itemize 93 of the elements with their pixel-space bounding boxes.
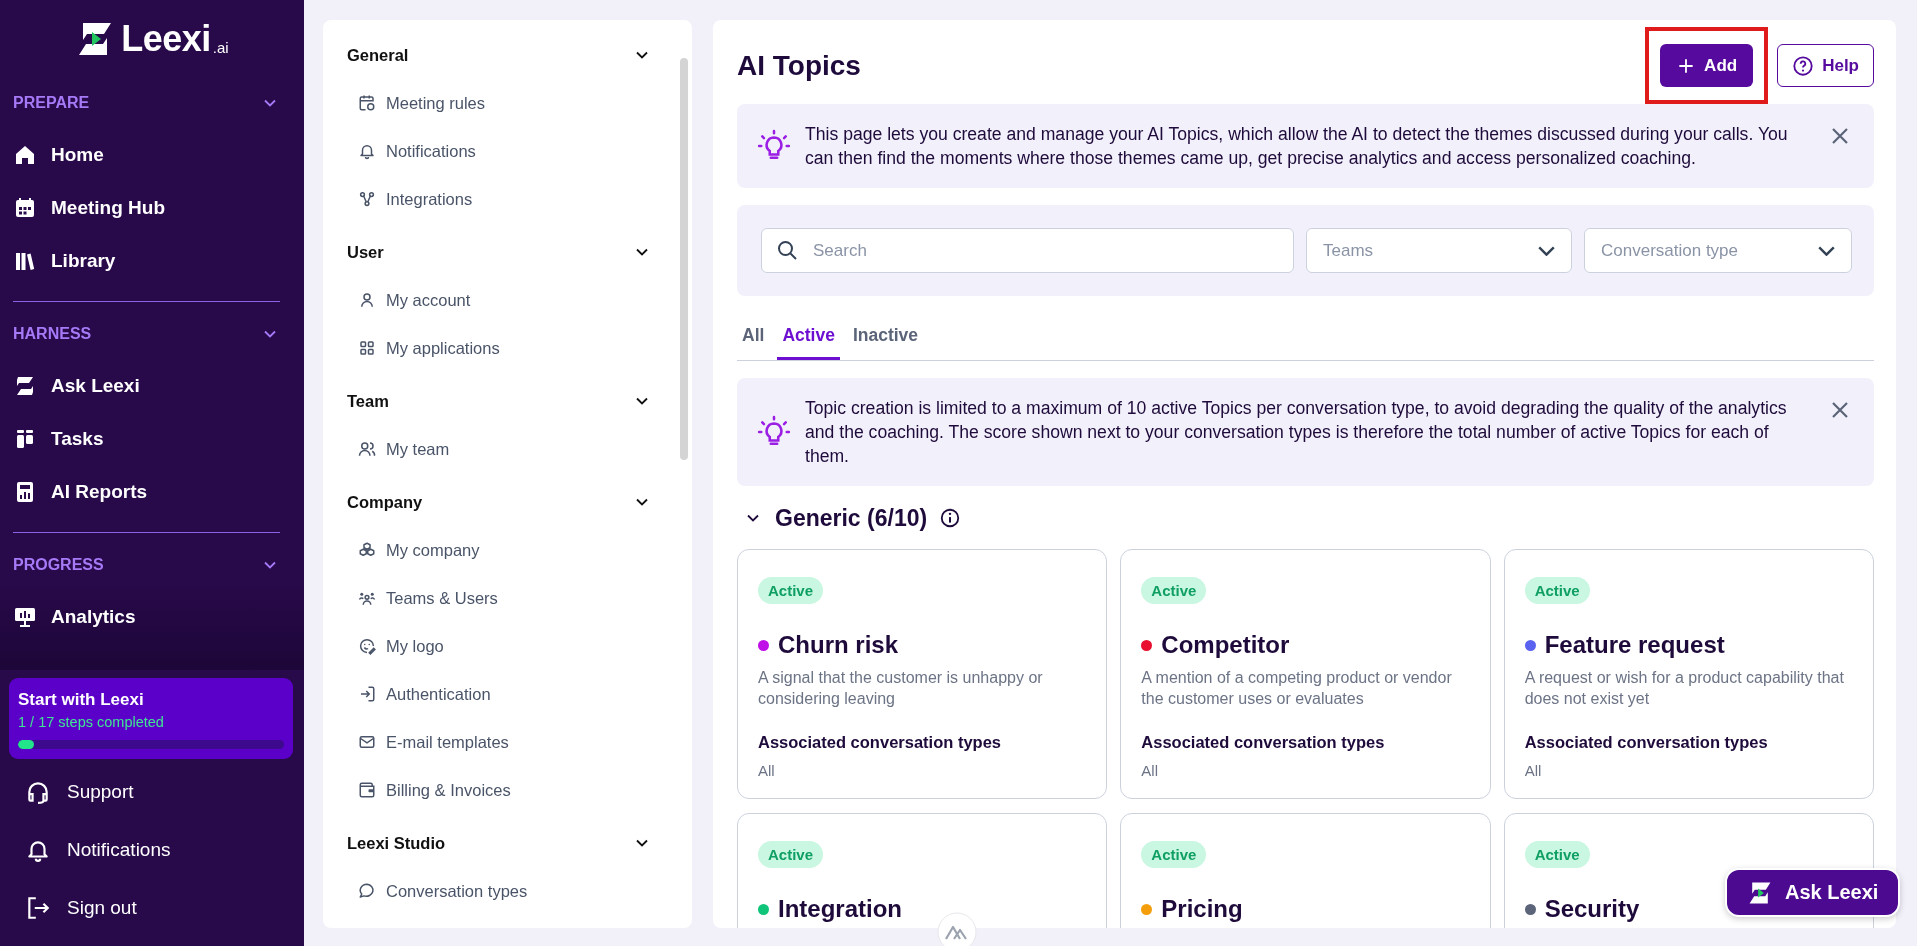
topic-name: Integration	[778, 895, 902, 923]
section-heading: Team	[347, 391, 389, 411]
topic-card[interactable]: Active Feature request A request or wish for a product capability that does not exist yet Associated conversation types All	[1503, 549, 1874, 799]
status-badge: Active	[758, 577, 824, 604]
section-heading: Company	[347, 492, 423, 512]
topic-card[interactable]: Active Competitor A mention of a competing product or vendor the customer uses or evaluates Associated conversation types All	[1120, 549, 1491, 799]
nodes-icon	[358, 190, 376, 208]
sidebar-item[interactable]: Tasks	[0, 412, 304, 465]
topic-name: Security	[1544, 895, 1640, 923]
settings-menu-item[interactable]: Billing & Invoices	[323, 766, 692, 814]
user-icon	[358, 291, 376, 309]
search-field[interactable]: Search	[761, 228, 1294, 273]
sidebar-item[interactable]: Library	[0, 234, 304, 287]
topic-description: A request or wish for a product capability that does not exist yet	[1524, 668, 1845, 709]
conversation-types-label: Associated conversation types	[1524, 733, 1768, 752]
search-icon	[775, 238, 799, 262]
conversation-types-label: Associated conversation types	[1141, 733, 1385, 752]
info-text: This page lets you create and manage your AI Topics, which allow the AI to detect the themes discussed during your calls. You can then find the moments where those themes came up, get precise analytics and access personalized coaching.	[805, 123, 1789, 170]
onboarding-card[interactable]: Start with Leexi 1 / 17 steps completed	[9, 678, 293, 759]
scrollbar-thumb[interactable]	[680, 58, 688, 460]
section-heading: PROGRESS	[13, 556, 104, 574]
settings-menu-item[interactable]: Meeting rules	[323, 79, 692, 127]
sidebar-item[interactable]: Support	[0, 763, 304, 821]
chevron-down-icon	[1818, 245, 1835, 256]
cubes-icon	[358, 541, 376, 559]
wallet-icon	[358, 781, 376, 799]
conversation-types-value: All	[758, 762, 775, 779]
settings-menu-item[interactable]: My applications	[323, 324, 692, 372]
add-button[interactable]: Add	[1660, 44, 1754, 87]
sidebar-item[interactable]: Notifications	[0, 821, 304, 879]
conversation-types-value: All	[1524, 762, 1542, 779]
bell-icon	[358, 142, 376, 160]
help-button[interactable]: Help	[1777, 44, 1874, 87]
status-badge: Active	[1524, 841, 1590, 868]
onboarding-progress-text: 1 / 17 steps completed	[18, 714, 165, 730]
conversation-types-value: All	[1141, 762, 1158, 779]
topic-name: Churn risk	[778, 631, 899, 659]
status-badge: Active	[1524, 577, 1590, 604]
onboarding-title: Start with Leexi	[18, 690, 145, 710]
topic-name: Pricing	[1161, 895, 1243, 923]
section-heading: User	[347, 242, 384, 262]
status-badge: Active	[758, 841, 824, 868]
status-badge: Active	[1141, 841, 1207, 868]
settings-menu-item[interactable]: Teams & Users	[323, 574, 692, 622]
sidebar-item[interactable]: Analytics	[0, 590, 304, 643]
settings-menu-item[interactable]: E-mail templates	[323, 718, 692, 766]
settings-menu-item[interactable]: Authentication	[323, 670, 692, 718]
section-heading: PREPARE	[13, 94, 90, 112]
info-icon[interactable]	[939, 507, 962, 529]
topic-description: A signal that the customer is unhappy or considering leaving	[758, 668, 1044, 709]
status-badge: Active	[1141, 577, 1207, 604]
tab[interactable]: All	[737, 313, 770, 360]
help-icon	[1792, 54, 1815, 77]
headset-icon	[25, 779, 51, 805]
face-edit-icon	[358, 637, 376, 655]
settings-menu-item[interactable]: My team	[323, 425, 692, 473]
ask-leexi-button[interactable]: Ask Leexi	[1725, 868, 1901, 917]
sign-out-icon	[25, 895, 51, 921]
page-title: AI Topics	[737, 49, 861, 82]
tab[interactable]: Inactive	[847, 313, 924, 360]
group-heading: Generic (6/10)	[775, 504, 928, 532]
login-icon	[358, 685, 376, 703]
settings-menu-item[interactable]: Notifications	[323, 127, 692, 175]
tab[interactable]: Active	[777, 313, 840, 360]
conversation-types-label: Associated conversation types	[758, 733, 1001, 752]
info-text: Topic creation is limited to a maximum of 10 active Topics per conversation type, to avoid degrading the quality of the analytics and the coaching. The score shown next to your conversation types is therefore the total number of active Topics for each of them.	[805, 397, 1788, 468]
calendar-icon	[13, 195, 37, 220]
sidebar-item[interactable]: Ask Leexi	[0, 359, 304, 412]
section-heading: General	[347, 45, 409, 65]
sidebar-item[interactable]: Sign out	[0, 879, 304, 937]
calendar-clock-icon	[358, 94, 376, 112]
sidebar-item[interactable]: Meeting Hub	[0, 181, 304, 234]
envelope-icon	[358, 733, 376, 751]
section-heading: HARNESS	[13, 325, 92, 343]
chevron-down-icon	[1538, 245, 1555, 256]
settings-menu-item[interactable]: Integrations	[323, 175, 692, 223]
grid-icon	[358, 339, 376, 357]
settings-menu-item[interactable]: My account	[323, 276, 692, 324]
topic-name: Competitor	[1161, 631, 1290, 659]
settings-menu-item[interactable]: My company	[323, 526, 692, 574]
settings-menu-item[interactable]: Conversation types	[323, 867, 692, 915]
topic-description: A mention of a competing product or vendor the customer uses or evaluates	[1141, 668, 1453, 709]
section-heading: Leexi Studio	[347, 833, 446, 853]
sidebar-item[interactable]: AI Reports	[0, 465, 304, 518]
chat-bubble-icon	[358, 882, 376, 900]
settings-menu-item[interactable]: My logo	[323, 622, 692, 670]
topic-name: Feature request	[1544, 631, 1725, 659]
topic-card[interactable]: Active Churn risk A signal that the customer is unhappy or considering leaving Associated conversation types All	[737, 549, 1108, 799]
users-icon	[358, 440, 376, 458]
logo-suffix: .ai	[212, 39, 229, 56]
logo-wordmark: Leexi	[121, 18, 211, 60]
sidebar-item[interactable]: Home	[0, 128, 304, 181]
topic-card[interactable]: Active Pricing	[1120, 813, 1491, 928]
